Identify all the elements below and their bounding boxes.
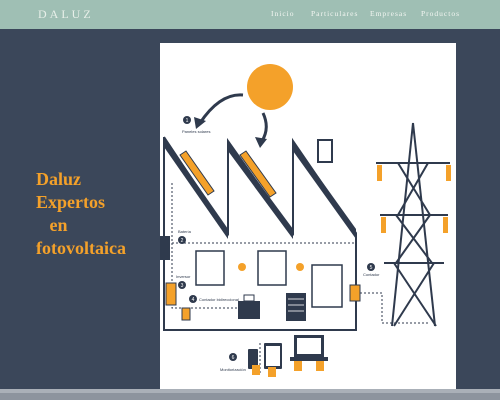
hero-line-4: fotovoltaica bbox=[36, 238, 126, 258]
nav-link-empresas[interactable]: Empresas bbox=[370, 9, 407, 18]
arrow-icon bbox=[260, 112, 268, 142]
meter-icon bbox=[181, 307, 191, 321]
scrollbar-track[interactable] bbox=[0, 393, 500, 400]
nav-link-inicio[interactable]: Inicio bbox=[271, 9, 295, 18]
label-inversor: Inversor bbox=[176, 274, 191, 279]
arrow-icon bbox=[198, 93, 244, 124]
insulator-icon bbox=[377, 165, 451, 233]
server-icon bbox=[286, 293, 306, 321]
appliance-icon bbox=[238, 301, 260, 319]
hero-line-2: Expertos bbox=[36, 192, 105, 212]
battery-icon bbox=[160, 236, 170, 260]
external-meter-icon bbox=[349, 284, 361, 302]
step-number-5: 5 bbox=[370, 265, 373, 271]
label-bateria: Batería bbox=[178, 229, 192, 234]
label-monitorizacion: Monitorización bbox=[220, 367, 246, 372]
sun-icon bbox=[247, 64, 293, 110]
hero-line-3: en bbox=[36, 215, 68, 235]
hero-headline: Daluz Expertos en fotovoltaica bbox=[36, 168, 126, 260]
door bbox=[311, 264, 343, 308]
horizontal-scrollbar[interactable] bbox=[0, 389, 500, 400]
step-number-6: 6 bbox=[232, 355, 235, 361]
hand-icon bbox=[252, 361, 324, 377]
nav-link-particulares[interactable]: Particulares bbox=[311, 9, 358, 18]
step-number-2: 2 bbox=[181, 238, 184, 244]
nav-link-productos[interactable]: Productos bbox=[421, 9, 460, 18]
inverter-icon bbox=[165, 282, 177, 306]
top-navbar: DALUZ Inicio Particulares Empresas Produ… bbox=[0, 0, 500, 29]
step-number-1: 1 bbox=[186, 118, 189, 124]
solar-installation-illustration: 1 Paneles solares 2 Batería 3 Inversor 4… bbox=[160, 43, 456, 390]
power-tower-icon bbox=[376, 122, 450, 327]
brand-logo[interactable]: DALUZ bbox=[38, 7, 94, 22]
step-number-3: 3 bbox=[181, 283, 184, 289]
hero-line-1: Daluz bbox=[36, 169, 81, 189]
step-number-4: 4 bbox=[192, 297, 195, 303]
label-paneles-solares: Paneles solares bbox=[182, 129, 210, 134]
label-contador: Contador bbox=[363, 272, 380, 277]
arrow-head-icon bbox=[255, 137, 267, 148]
label-contador-bidireccional: Contador bidireccional bbox=[199, 297, 239, 302]
